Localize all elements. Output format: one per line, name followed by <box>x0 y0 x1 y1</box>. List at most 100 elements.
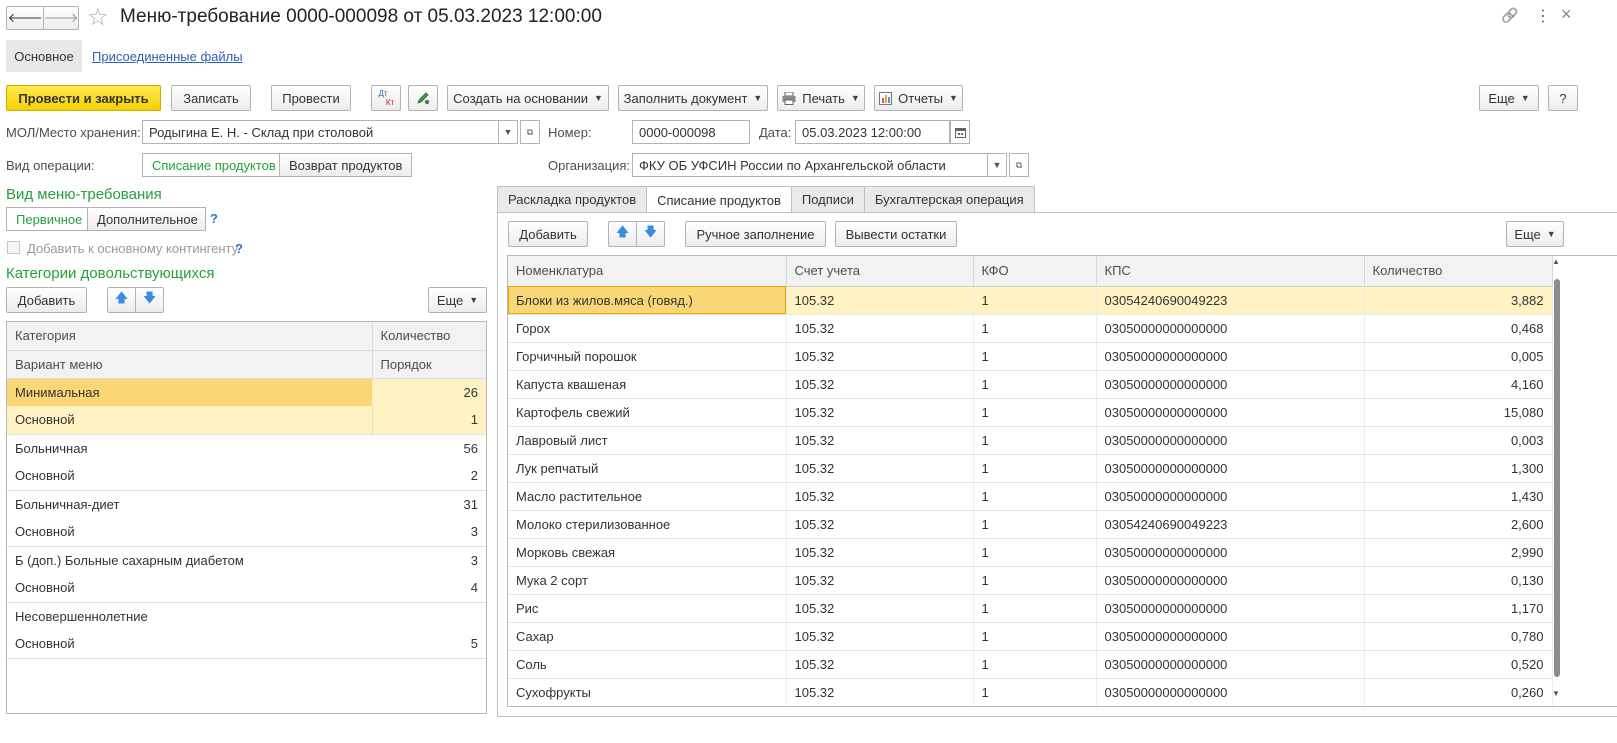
column-header-order[interactable]: Порядок <box>371 350 486 379</box>
account-cell[interactable]: 105.32 <box>786 370 974 399</box>
table-row[interactable]: Основной 1 <box>7 406 486 435</box>
kfo-cell[interactable]: 1 <box>973 426 1097 455</box>
more-vertical-icon[interactable]: ⋮ <box>1535 6 1551 26</box>
link-icon[interactable]: 🔗 <box>1501 7 1518 24</box>
quantity-cell[interactable]: 2,600 <box>1364 510 1553 539</box>
kps-cell[interactable]: 03050000000000000 <box>1096 650 1365 679</box>
table-row[interactable]: Основной 5 <box>7 630 486 659</box>
manual-fill-button[interactable]: Ручное заполнение <box>685 221 826 247</box>
kps-cell[interactable]: 03054240690049223 <box>1096 286 1365 315</box>
nomenclature-cell[interactable]: Рис <box>508 594 787 623</box>
nomenclature-cell[interactable]: Мука 2 сорт <box>508 566 787 595</box>
quantity-cell[interactable]: 31 <box>372 490 486 518</box>
kfo-cell[interactable]: 1 <box>973 286 1097 315</box>
kps-cell[interactable]: 03050000000000000 <box>1096 594 1365 623</box>
scrollbar-thumb[interactable] <box>1554 279 1560 677</box>
quantity-cell[interactable]: 3,882 <box>1364 286 1553 315</box>
tab-signatures[interactable]: Подписи <box>790 186 865 212</box>
account-cell[interactable]: 105.32 <box>786 510 974 539</box>
mol-dropdown-button[interactable]: ▼ <box>498 120 518 144</box>
kfo-cell[interactable]: 1 <box>973 622 1097 651</box>
calendar-button[interactable] <box>950 120 970 144</box>
category-cell[interactable]: Больничная-диет <box>7 490 372 518</box>
kfo-cell[interactable]: 1 <box>973 566 1097 595</box>
account-cell[interactable]: 105.32 <box>786 286 974 315</box>
kps-cell[interactable]: 03050000000000000 <box>1096 538 1365 567</box>
products-scrollbar[interactable]: ▲ ▼ <box>1551 257 1563 705</box>
help-button[interactable]: ? <box>1548 85 1578 111</box>
tab-layout-products[interactable]: Раскладка продуктов <box>497 186 648 212</box>
dtkt-button[interactable]: Дт Кт <box>371 85 401 111</box>
account-cell[interactable]: 105.32 <box>786 426 974 455</box>
kps-cell[interactable]: 03054240690049223 <box>1096 510 1365 539</box>
table-row[interactable]: Морковь свежая 105.32 1 0305000000000000… <box>508 538 1553 567</box>
table-row[interactable]: Больничная 56 <box>7 434 486 462</box>
show-balances-button[interactable]: Вывести остатки <box>835 221 957 247</box>
add-to-main-checkbox[interactable] <box>7 241 20 254</box>
nomenclature-cell[interactable]: Сухофрукты <box>508 678 787 706</box>
quantity-cell[interactable]: 15,080 <box>1364 398 1553 427</box>
table-row[interactable]: Больничная-диет 31 <box>7 490 486 518</box>
nomenclature-cell[interactable]: Молоко стерилизованное <box>508 510 787 539</box>
menu-variant-cell[interactable]: Основной <box>7 406 372 435</box>
tab-accounting-operation[interactable]: Бухгалтерская операция <box>863 186 1035 212</box>
edit-pen-button[interactable] <box>408 85 438 111</box>
menu-variant-cell[interactable]: Основной <box>7 574 372 603</box>
kfo-cell[interactable]: 1 <box>973 454 1097 483</box>
tab-write-off-products[interactable]: Списание продуктов <box>646 186 792 213</box>
order-cell[interactable]: 4 <box>372 574 486 603</box>
forward-button[interactable]: 🡒 <box>43 6 79 30</box>
close-icon[interactable]: × <box>1561 4 1572 25</box>
kps-cell[interactable]: 03050000000000000 <box>1096 370 1365 399</box>
quantity-cell[interactable]: 1,300 <box>1364 454 1553 483</box>
quantity-cell[interactable]: 0,005 <box>1364 342 1553 371</box>
tab-main[interactable]: Основное <box>6 40 82 72</box>
column-header-account[interactable]: Счет учета <box>786 256 974 287</box>
kfo-cell[interactable]: 1 <box>973 398 1097 427</box>
quantity-cell[interactable]: 0,780 <box>1364 622 1553 651</box>
order-cell[interactable]: 1 <box>371 406 486 435</box>
column-header-menu-variant[interactable]: Вариант меню <box>7 350 372 379</box>
quantity-cell[interactable]: 0,130 <box>1364 566 1553 595</box>
nomenclature-cell[interactable]: Лук репчатый <box>508 454 787 483</box>
menu-variant-cell[interactable]: Основной <box>7 630 372 659</box>
category-cell[interactable]: Больничная <box>7 434 372 462</box>
kfo-cell[interactable]: 1 <box>973 510 1097 539</box>
kps-cell[interactable]: 03050000000000000 <box>1096 482 1365 511</box>
table-row[interactable]: Картофель свежий 105.32 1 03050000000000… <box>508 398 1553 427</box>
table-row[interactable]: Мука 2 сорт 105.32 1 03050000000000000 0… <box>508 566 1553 595</box>
move-down-button[interactable]: 🡇 <box>135 287 164 313</box>
quantity-cell[interactable]: 4,160 <box>1364 370 1553 399</box>
quantity-cell[interactable]: 26 <box>372 378 486 406</box>
quantity-cell[interactable]: 0,260 <box>1364 678 1553 706</box>
reports-button[interactable]: Отчеты ▼ <box>874 85 963 111</box>
table-row[interactable]: Б (доп.) Больные сахарным диабетом 3 <box>7 546 486 574</box>
nomenclature-cell[interactable]: Капуста квашеная <box>508 370 787 399</box>
table-row[interactable]: Масло растительное 105.32 1 030500000000… <box>508 482 1553 511</box>
post-and-close-button[interactable]: Провести и закрыть <box>6 85 161 111</box>
table-row[interactable]: Сухофрукты 105.32 1 03050000000000000 0,… <box>508 678 1553 706</box>
kfo-cell[interactable]: 1 <box>973 482 1097 511</box>
quantity-cell[interactable]: 1,430 <box>1364 482 1553 511</box>
mol-field[interactable]: Родыгина Е. Н. - Склад при столовой <box>142 120 500 144</box>
back-button[interactable]: 🡐 <box>6 6 44 30</box>
table-row[interactable]: Основной 3 <box>7 518 486 547</box>
favorite-star-icon[interactable]: ☆ <box>87 3 109 32</box>
fill-document-button[interactable]: Заполнить документ ▼ <box>618 85 768 111</box>
table-row[interactable]: Лавровый лист 105.32 1 03050000000000000… <box>508 426 1553 455</box>
account-cell[interactable]: 105.32 <box>786 538 974 567</box>
date-field[interactable]: 05.03.2023 12:00:00 <box>795 120 950 144</box>
quantity-cell[interactable]: 0,003 <box>1364 426 1553 455</box>
quantity-cell[interactable] <box>372 602 486 630</box>
account-cell[interactable]: 105.32 <box>786 482 974 511</box>
nomenclature-cell[interactable]: Картофель свежий <box>508 398 787 427</box>
add-category-button[interactable]: Добавить <box>6 287 87 313</box>
table-row[interactable]: Лук репчатый 105.32 1 03050000000000000 … <box>508 454 1553 483</box>
column-header-kfo[interactable]: КФО <box>973 256 1097 287</box>
column-header-quantity[interactable]: Количество <box>1364 256 1553 287</box>
help-icon[interactable]: ? <box>235 241 243 256</box>
menu-variant-cell[interactable]: Основной <box>7 518 372 547</box>
quantity-cell[interactable]: 0,468 <box>1364 314 1553 343</box>
primary-option[interactable]: Первичное <box>6 207 88 231</box>
kps-cell[interactable]: 03050000000000000 <box>1096 454 1365 483</box>
